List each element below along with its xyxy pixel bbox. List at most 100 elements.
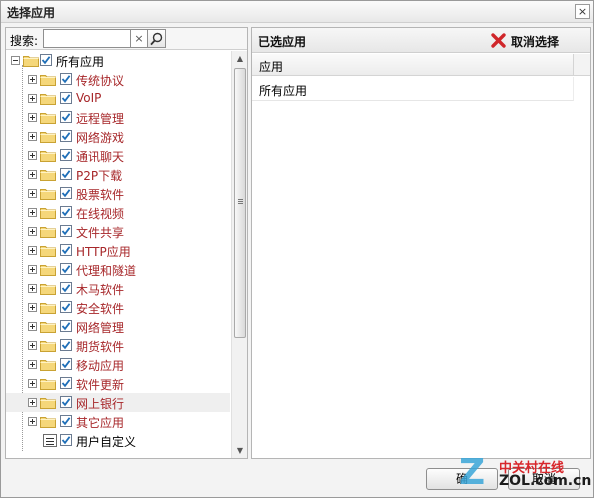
tree-node[interactable]: 传统协议 (6, 70, 230, 89)
tree-checkbox[interactable] (60, 149, 72, 161)
folder-icon (40, 149, 56, 162)
tree-node-label: 传统协议 (76, 74, 125, 88)
cancel-selection-label: 取消选择 (511, 35, 560, 49)
tree-node[interactable]: 期货软件 (6, 336, 230, 355)
tree-node-label: 木马软件 (76, 283, 125, 297)
cancel-selection-button[interactable]: 取消选择 (490, 32, 576, 49)
tree-checkbox[interactable] (60, 187, 72, 199)
tree-checkbox[interactable] (60, 263, 72, 275)
tree-node[interactable]: 木马软件 (6, 279, 230, 298)
tree-node[interactable]: 其它应用 (6, 412, 230, 431)
expand-toggle-icon[interactable] (28, 132, 37, 141)
tree-node[interactable]: 移动应用 (6, 355, 230, 374)
expand-toggle-icon[interactable] (28, 398, 37, 407)
tree-node-label: 在线视频 (76, 207, 125, 221)
tree-node[interactable]: 股票软件 (6, 184, 230, 203)
search-clear-button[interactable]: × (131, 29, 148, 48)
tree-node[interactable]: 网络管理 (6, 317, 230, 336)
tree-node-label: 网上银行 (76, 397, 125, 411)
tree-node[interactable]: 网上银行 (6, 393, 230, 412)
tree-node-label: 远程管理 (76, 112, 125, 126)
tree-checkbox[interactable] (60, 358, 72, 370)
tree-checkbox[interactable] (60, 225, 72, 237)
tree-node-label: 软件更新 (76, 378, 125, 392)
tree-checkbox[interactable] (60, 301, 72, 313)
tree-node[interactable]: 通讯聊天 (6, 146, 230, 165)
folder-icon (40, 339, 56, 352)
expand-toggle-icon[interactable] (28, 227, 37, 236)
scroll-down-arrow[interactable]: ▼ (233, 444, 247, 458)
tree-node[interactable]: 软件更新 (6, 374, 230, 393)
tree-node[interactable]: 网络游戏 (6, 127, 230, 146)
tree-node[interactable]: HTTP应用 (6, 241, 230, 260)
folder-icon (40, 206, 56, 219)
tree-scrollbar[interactable]: ▲ ▼ (231, 51, 247, 458)
tree-node[interactable]: 用户自定义 (6, 431, 230, 450)
expand-toggle-icon[interactable] (28, 170, 37, 179)
tree-checkbox[interactable] (60, 130, 72, 142)
folder-icon (40, 320, 56, 333)
cancel-x-icon (491, 33, 506, 48)
column-header-filler (574, 54, 590, 76)
expand-toggle-icon[interactable] (28, 94, 37, 103)
expand-toggle-icon[interactable] (28, 208, 37, 217)
expand-toggle-icon[interactable] (28, 75, 37, 84)
tree-node[interactable]: 文件共享 (6, 222, 230, 241)
tree-checkbox[interactable] (60, 92, 72, 104)
close-button[interactable]: × (575, 4, 590, 19)
tree-node[interactable]: 远程管理 (6, 108, 230, 127)
expand-toggle-icon[interactable] (28, 417, 37, 426)
tree-checkbox[interactable] (60, 339, 72, 351)
tree-node[interactable]: 代理和隧道 (6, 260, 230, 279)
expand-toggle-icon[interactable] (28, 379, 37, 388)
expand-toggle-icon[interactable] (28, 189, 37, 198)
folder-icon (40, 301, 56, 314)
tree-node[interactable]: P2P下载 (6, 165, 230, 184)
list-icon (43, 434, 57, 447)
tree-node-root[interactable]: 所有应用 (6, 51, 230, 70)
selected-applications-panel: 已选应用 取消选择 应用 所有应用 (251, 27, 591, 459)
tree-checkbox[interactable] (60, 377, 72, 389)
selected-panel-header: 已选应用 取消选择 (252, 28, 590, 53)
tree-node-label: 网络游戏 (76, 131, 125, 145)
tree-checkbox[interactable] (60, 320, 72, 332)
tree-node-label: 股票软件 (76, 188, 125, 202)
tree-node[interactable]: VoIP (6, 89, 230, 108)
tree-checkbox[interactable] (60, 168, 72, 180)
tree-checkbox[interactable] (60, 415, 72, 427)
folder-icon (40, 130, 56, 143)
expand-toggle-icon[interactable] (28, 360, 37, 369)
tree-node[interactable]: 在线视频 (6, 203, 230, 222)
column-header-application[interactable]: 应用 (252, 54, 574, 76)
table-row[interactable]: 所有应用 (252, 77, 574, 101)
expand-toggle-icon[interactable] (28, 151, 37, 160)
collapse-toggle-icon[interactable] (11, 56, 20, 65)
tree-node-label: P2P下载 (76, 169, 123, 183)
watermark-en-text: ZOL.com.cn (499, 473, 592, 489)
tree-checkbox[interactable] (60, 206, 72, 218)
scroll-up-arrow[interactable]: ▲ (233, 52, 247, 66)
expand-toggle-icon[interactable] (28, 341, 37, 350)
tree-checkbox[interactable] (60, 244, 72, 256)
tree-node-label: HTTP应用 (76, 245, 131, 259)
search-input[interactable] (43, 29, 131, 48)
tree-checkbox[interactable] (60, 396, 72, 408)
expand-toggle-icon[interactable] (28, 303, 37, 312)
scroll-thumb[interactable] (234, 68, 246, 338)
tree-node-label: 用户自定义 (76, 435, 137, 449)
tree-checkbox[interactable] (60, 111, 72, 123)
tree-checkbox[interactable] (60, 282, 72, 294)
expand-toggle-icon[interactable] (28, 284, 37, 293)
search-button[interactable] (148, 29, 166, 48)
expand-toggle-icon[interactable] (28, 246, 37, 255)
tree-checkbox[interactable] (40, 54, 52, 66)
folder-icon (40, 187, 56, 200)
tree-checkbox[interactable] (60, 73, 72, 85)
expand-toggle-icon[interactable] (28, 113, 37, 122)
tree-node[interactable]: 安全软件 (6, 298, 230, 317)
expand-toggle-icon[interactable] (28, 322, 37, 331)
folder-icon (40, 111, 56, 124)
expand-toggle-icon[interactable] (28, 265, 37, 274)
tree-checkbox[interactable] (60, 434, 72, 446)
application-tree: 所有应用传统协议 VoIP 远程管理网络游戏 通讯聊天 P2P下载股票软件在线视频 文件共… (6, 51, 230, 458)
